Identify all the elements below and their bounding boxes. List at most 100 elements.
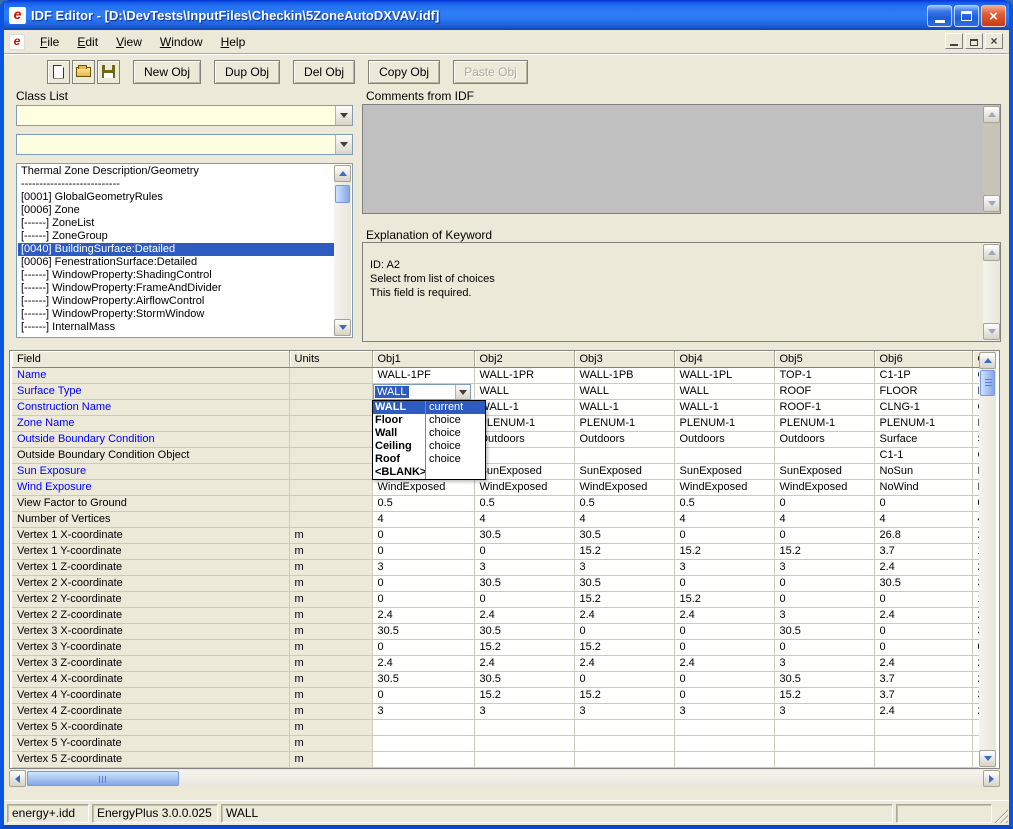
value-cell[interactable]: 4 [372,511,474,527]
combo-dropdown-button[interactable] [455,385,470,399]
class-list-item[interactable]: [0006] Zone [18,204,335,217]
value-cell[interactable]: 0.5 [574,495,674,511]
value-cell[interactable]: Outdoors [574,431,674,447]
value-cell[interactable] [372,751,474,767]
value-cell[interactable]: 0 [372,687,474,703]
value-cell[interactable]: 30.5 [874,575,972,591]
value-cell[interactable]: Outdoors [474,431,574,447]
class-list-item[interactable]: --------------------------- [18,178,335,191]
value-cell[interactable] [674,735,774,751]
value-cell[interactable]: 30.5 [474,527,574,543]
close-button[interactable]: × [981,5,1006,27]
value-cell[interactable]: WALL-1 [574,399,674,415]
dup-obj-button[interactable]: Dup Obj [214,60,280,84]
value-cell[interactable]: Outdoors [674,431,774,447]
value-cell[interactable]: WindExposed [474,479,574,495]
value-cell[interactable] [774,735,874,751]
value-cell[interactable] [674,447,774,463]
value-cell[interactable] [372,735,474,751]
value-cell[interactable]: 3 [774,655,874,671]
value-cell[interactable]: WALL-1PL [674,367,774,383]
value-cell[interactable] [474,751,574,767]
value-cell[interactable]: 0 [372,527,474,543]
value-cell[interactable]: 3 [474,703,574,719]
value-cell[interactable] [474,719,574,735]
value-cell[interactable]: 3 [774,703,874,719]
menu-item-file[interactable]: File [31,32,68,52]
scroll-right-button[interactable] [983,770,1000,787]
class-list-box[interactable]: Thermal Zone Description/Geometry-------… [16,163,353,338]
value-cell[interactable]: 0 [474,591,574,607]
value-cell[interactable]: 0 [774,527,874,543]
value-cell[interactable]: 2.4 [674,655,774,671]
value-cell[interactable]: 15.2 [474,687,574,703]
value-cell[interactable]: 0.5 [674,495,774,511]
value-cell[interactable]: WALL-1PF [372,367,474,383]
class-list-item-selected[interactable]: [0040] BuildingSurface:Detailed [18,243,335,256]
class-list-item[interactable]: [------] InternalMass [18,321,335,334]
class-list-item[interactable]: Thermal Zone Description/Geometry [18,165,335,178]
value-cell[interactable]: PLENUM-1 [874,415,972,431]
value-cell[interactable]: 15.2 [574,591,674,607]
open-file-button[interactable] [72,60,95,84]
value-cell[interactable] [574,719,674,735]
save-file-button[interactable] [97,60,120,84]
dropdown-option-roof[interactable]: Roofchoice [373,453,485,466]
dropdown-option-blank[interactable]: <BLANK> [373,466,485,479]
value-cell[interactable]: 3.7 [874,543,972,559]
value-cell[interactable]: 0 [372,543,474,559]
value-cell[interactable]: 15.2 [574,639,674,655]
grid-vertical-scrollbar[interactable] [979,351,996,768]
value-cell[interactable]: 0 [674,687,774,703]
value-cell[interactable]: Surface [874,431,972,447]
value-cell[interactable] [874,719,972,735]
value-cell[interactable] [874,751,972,767]
value-cell[interactable] [774,719,874,735]
value-cell[interactable]: 15.2 [574,687,674,703]
scroll-down-button[interactable] [983,323,1000,340]
value-cell[interactable]: 3 [372,559,474,575]
value-cell[interactable]: WALL-1 [474,399,574,415]
value-cell[interactable]: TOP-1 [774,367,874,383]
value-cell[interactable]: 0 [774,591,874,607]
menu-item-view[interactable]: View [107,32,151,52]
value-cell[interactable]: 4 [574,511,674,527]
value-cell[interactable]: 15.2 [574,543,674,559]
value-cell[interactable]: 0.5 [474,495,574,511]
combo-dropdown-button[interactable] [335,106,352,125]
value-cell[interactable]: WindExposed [674,479,774,495]
value-cell[interactable]: C1-1 [874,447,972,463]
class-list-item[interactable]: [0006] FenestrationSurface:Detailed [18,256,335,269]
value-cell[interactable]: Outdoors [774,431,874,447]
value-cell[interactable] [674,751,774,767]
value-cell[interactable]: 3 [574,559,674,575]
value-cell[interactable]: SunExposed [574,463,674,479]
value-cell[interactable]: 4 [474,511,574,527]
value-cell[interactable]: 15.2 [774,687,874,703]
value-cell[interactable]: 0 [674,575,774,591]
value-cell[interactable]: WindExposed [774,479,874,495]
value-cell[interactable]: 0 [674,671,774,687]
value-cell[interactable]: 0 [574,623,674,639]
comments-textarea[interactable] [362,104,1001,214]
comments-scrollbar[interactable] [983,105,1000,213]
value-cell[interactable]: 30.5 [774,671,874,687]
value-cell[interactable]: 0 [774,575,874,591]
value-cell[interactable]: 0 [372,639,474,655]
value-cell[interactable]: SunExposed [774,463,874,479]
value-cell[interactable]: 3 [774,559,874,575]
value-cell[interactable]: WALL [474,383,574,399]
class-list-scrollbar[interactable] [334,165,351,336]
value-cell[interactable]: 30.5 [574,575,674,591]
value-cell[interactable]: 2.4 [874,703,972,719]
value-cell[interactable]: 0 [372,575,474,591]
grid-horizontal-scrollbar[interactable] [9,770,1000,787]
value-cell[interactable]: 3 [574,703,674,719]
value-cell[interactable]: 2.4 [574,607,674,623]
class-list-item[interactable]: [------] ZoneGroup [18,230,335,243]
scroll-down-button[interactable] [334,319,351,336]
value-cell[interactable]: 2.4 [874,655,972,671]
value-cell[interactable]: PLENUM-1 [474,415,574,431]
value-cell[interactable]: PLENUM-1 [674,415,774,431]
value-cell[interactable]: ROOF-1 [774,399,874,415]
